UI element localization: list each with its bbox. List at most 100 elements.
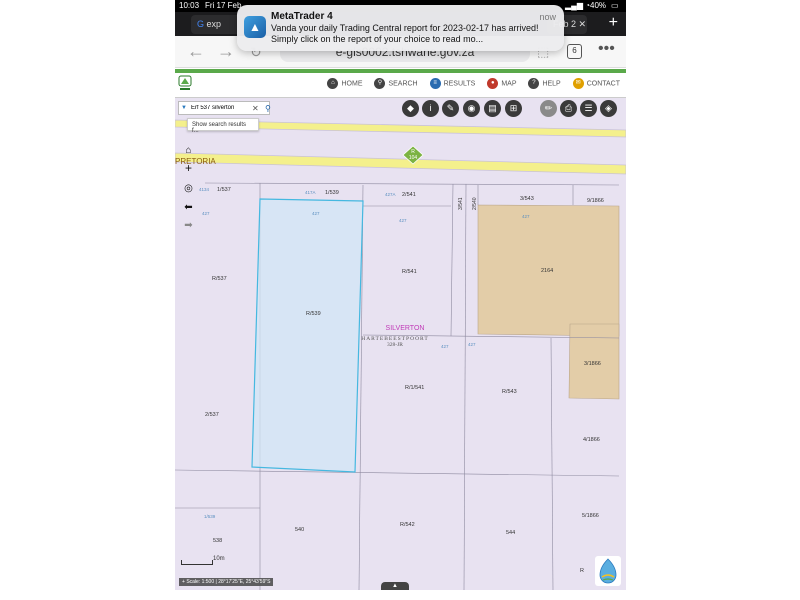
parcel-label: 1/537 xyxy=(217,187,231,193)
suburb-label: SILVERTON xyxy=(386,325,425,332)
eraser-tool-icon[interactable]: ◆ xyxy=(402,100,419,117)
page-footer xyxy=(175,590,626,600)
farm-number-label: 328-JR xyxy=(387,342,403,348)
erf-label: 417A xyxy=(305,190,316,195)
measure-tool-icon[interactable]: ⊞ xyxy=(505,100,522,117)
nav-home[interactable]: ⌂ HOME xyxy=(327,78,362,89)
parcel-label: 538 xyxy=(213,538,222,544)
layers-icon[interactable]: ◈ xyxy=(600,100,617,117)
erf-label: 427 xyxy=(399,218,407,223)
home-icon: ⌂ xyxy=(327,78,339,89)
info-tool-icon[interactable]: i xyxy=(422,100,439,117)
tab-count-button[interactable]: 6 xyxy=(567,44,582,59)
tablet-browser: 10:03 Fri 17 Feb ▂▄▆ ◔ 40% ▭ G exp Feb 2… xyxy=(175,0,626,600)
parcel-label: 2/541 xyxy=(402,192,416,198)
scale-coordinates: + Scale: 1:500 | 28°17'25"E, 25°43'59"S xyxy=(179,578,274,586)
tshwane-logo-icon[interactable] xyxy=(178,75,192,93)
parcel-label-vertical: 2/540 xyxy=(472,197,478,210)
parcel-label: R/539 xyxy=(306,311,321,317)
table-tool-icon[interactable]: ▤ xyxy=(484,100,501,117)
locate-icon[interactable]: ◎ xyxy=(182,182,195,195)
back-button[interactable]: ← xyxy=(187,41,205,62)
previous-extent-icon[interactable]: ⬅ xyxy=(182,201,195,214)
results-icon: ≡ xyxy=(429,78,441,89)
erf-label: 4134 xyxy=(199,187,210,192)
cadastral-map[interactable]: PRETORIA R 104 SILVERTON HARTEBEESTPOORT… xyxy=(175,98,626,590)
nav-home-label: HOME xyxy=(341,80,363,88)
zoom-in-button[interactable]: + xyxy=(182,162,195,175)
signal-icon: ▂▄▆ ◔ xyxy=(565,1,591,10)
map-search-box: ▼ ✕ ⚲ xyxy=(178,101,271,115)
erf-label: 427 xyxy=(312,211,320,216)
parcel-label: 3/543 xyxy=(520,196,534,202)
select-tool-icon[interactable]: ✎ xyxy=(442,100,459,117)
list-icon[interactable]: ☰ xyxy=(580,100,597,117)
parcel-label: 9/1866 xyxy=(587,198,604,204)
parcel-label: R/543 xyxy=(502,389,517,395)
search-scope-dropdown[interactable]: ▼ xyxy=(181,105,187,111)
nav-results-label: RESULTS xyxy=(443,80,476,88)
scale-coordinates-text: Scale: 1:500 | 28°17'25"E, 25°43'59"S xyxy=(186,579,271,585)
status-time: 10:03 xyxy=(179,1,200,10)
erf-label: 427A xyxy=(385,192,396,197)
next-extent-icon[interactable]: ➡ xyxy=(182,219,195,232)
more-menu-icon[interactable]: ••• xyxy=(598,40,615,58)
print-icon[interactable]: ⎙ xyxy=(560,100,577,117)
scale-bar: 10m xyxy=(179,556,299,580)
nav-contact[interactable]: ✉ CONTACT xyxy=(572,78,620,89)
nav-map[interactable]: ● MAP xyxy=(487,78,516,89)
forward-button[interactable]: → xyxy=(217,41,235,62)
nav-contact-label: CONTACT xyxy=(586,80,620,88)
erf-label: 427 xyxy=(202,211,210,216)
parcel-label: 540 xyxy=(295,527,304,533)
search-icon: ⚲ xyxy=(374,78,386,89)
search-icon[interactable]: ⚲ xyxy=(265,104,271,113)
route-badge-number: 104 xyxy=(409,155,418,161)
show-search-results[interactable]: Show search results f... xyxy=(187,118,259,134)
parcel-label: 2164 xyxy=(541,268,553,274)
parcel-label: R/541 xyxy=(402,269,417,275)
help-icon: ? xyxy=(528,78,540,89)
parcel-label: 3/1866 xyxy=(584,361,601,367)
municipality-badge-icon xyxy=(595,556,621,586)
nav-map-label: MAP xyxy=(501,80,517,88)
map-pin-icon: ● xyxy=(487,78,499,89)
web-page: ⌂ HOME ⚲ SEARCH ≡ RESULTS ● MAP ? HELP ✉ CONTA… xyxy=(175,69,626,600)
tab-label: exp xyxy=(206,19,222,29)
scale-bar-line xyxy=(181,560,213,565)
nav-search[interactable]: ⚲ SEARCH xyxy=(374,78,418,89)
scale-bar-label: 10m xyxy=(213,556,225,562)
parcel-label: R/1/541 xyxy=(405,385,424,391)
parcel-label: 2/537 xyxy=(205,412,219,418)
google-icon: G xyxy=(197,19,205,29)
draw-tool-icon[interactable]: ✏ xyxy=(540,100,557,117)
scale-expand-icon[interactable]: + xyxy=(182,579,185,585)
parcel-label: 544 xyxy=(506,530,515,536)
selected-parcel-erf-537[interactable] xyxy=(251,198,364,473)
nav-help[interactable]: ? HELP xyxy=(528,78,561,89)
notification-title: MetaTrader 4 xyxy=(271,11,333,22)
erf-label: 1/539 xyxy=(204,514,216,519)
nav-search-label: SEARCH xyxy=(388,80,418,88)
parcel-label: 5/1866 xyxy=(582,513,599,519)
clear-search-icon[interactable]: ✕ xyxy=(252,104,259,113)
nav-help-label: HELP xyxy=(542,80,561,88)
parcel-label: R/537 xyxy=(212,276,227,282)
erf-label: 427 xyxy=(522,214,530,219)
parcel-label: R/542 xyxy=(400,522,415,528)
map-search-input[interactable] xyxy=(191,105,251,111)
nav-results[interactable]: ≡ RESULTS xyxy=(429,78,476,89)
status-date: Fri 17 Feb xyxy=(205,1,242,10)
home-extent-icon[interactable]: ⌂ xyxy=(182,144,195,157)
parcel-label: 4/1866 xyxy=(583,437,600,443)
map-view[interactable]: PRETORIA R 104 SILVERTON HARTEBEESTPOORT… xyxy=(175,98,626,590)
new-tab-button[interactable]: + xyxy=(609,15,618,31)
parcel-label: 1/539 xyxy=(325,190,339,196)
push-notification[interactable]: ▲ MetaTrader 4 now Vanda your daily Trad… xyxy=(237,5,564,51)
erf-label: 427 xyxy=(468,342,476,347)
battery-level: 40% xyxy=(590,1,607,10)
collapse-panel-button[interactable]: ▲ xyxy=(381,582,409,590)
close-tab-icon[interactable]: ✕ xyxy=(579,19,587,29)
view-tool-icon[interactable]: ◉ xyxy=(463,100,480,117)
parcel-label: R xyxy=(580,568,584,574)
